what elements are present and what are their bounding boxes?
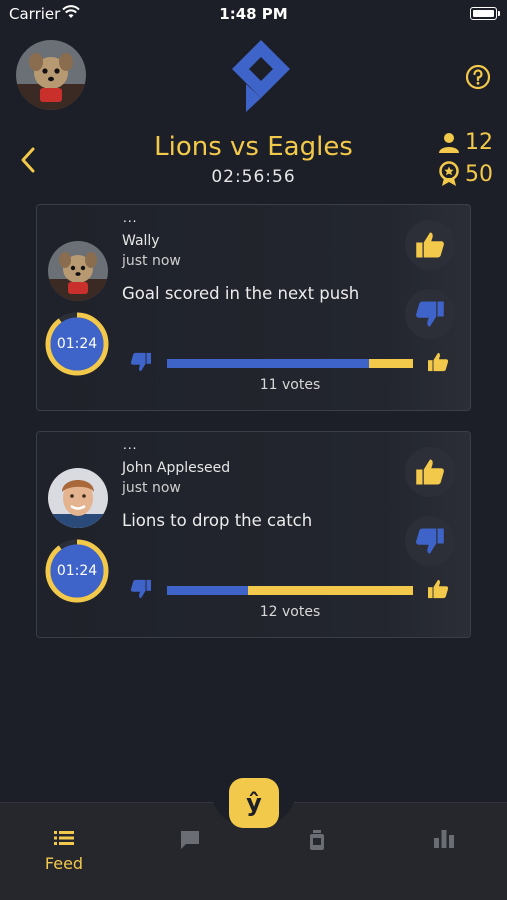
points-value: 50 [465, 161, 493, 187]
predict-fab-button[interactable]: ŷ [229, 778, 279, 828]
countdown-label: 01:24 [56, 563, 98, 579]
more-options-icon[interactable]: ... [123, 211, 137, 225]
post-text: Goal scored in the next push [122, 284, 360, 303]
award-badge-icon [439, 161, 459, 186]
thumbs-down-button[interactable] [405, 516, 455, 566]
chat-bubble-icon [181, 831, 199, 849]
thumbs-down-small-icon [130, 579, 151, 599]
thumbs-up-button[interactable] [405, 447, 455, 497]
bottle-icon [310, 830, 324, 850]
profile-avatar[interactable] [16, 40, 86, 110]
players-count: 12 [439, 130, 493, 155]
post-time: just now [122, 253, 181, 269]
bar-chart-icon [434, 830, 454, 848]
points-count: 50 [439, 161, 493, 187]
vote-split-down-fill [167, 359, 369, 368]
tab-feed-label: Feed [44, 854, 84, 873]
countdown-label: 01:24 [56, 336, 98, 352]
prediction-card: ... John Appleseed just now Lions to dro… [36, 431, 471, 638]
thumbs-up-icon [416, 459, 444, 485]
avatar [48, 468, 108, 528]
tab-stats[interactable] [404, 830, 484, 852]
status-bar: Carrier 1:48 PM [0, 0, 507, 28]
thumbs-down-icon [416, 528, 444, 554]
vote-count: 11 votes [259, 377, 321, 393]
list-icon [54, 831, 74, 845]
tab-bets[interactable] [277, 830, 357, 854]
more-options-icon[interactable]: ... [123, 438, 137, 452]
thumbs-down-small-icon [130, 352, 151, 372]
help-icon[interactable] [465, 64, 491, 90]
post-username: Wally [122, 233, 160, 249]
tab-chat[interactable] [150, 830, 230, 854]
avatar [48, 241, 108, 301]
status-time: 1:48 PM [219, 5, 288, 23]
user-icon [439, 132, 459, 153]
thumbs-down-button[interactable] [405, 289, 455, 339]
app-logo [232, 40, 290, 112]
thumbs-down-icon [416, 301, 444, 327]
vote-split-down-fill [167, 586, 249, 595]
dog-avatar-image [16, 40, 86, 110]
vote-split-bar [167, 586, 413, 595]
tab-feed[interactable]: Feed [24, 830, 104, 873]
post-time: just now [122, 480, 181, 496]
match-title: Lions vs Eagles [154, 132, 353, 162]
battery-icon [470, 7, 500, 20]
post-text: Lions to drop the catch [122, 511, 313, 530]
thumbs-up-small-icon [428, 579, 449, 599]
match-timer: 02:56:56 [211, 167, 296, 187]
post-username: John Appleseed [122, 460, 231, 476]
thumbs-up-button[interactable] [405, 220, 455, 270]
vote-count: 12 votes [259, 604, 321, 620]
thumbs-up-small-icon [428, 352, 449, 372]
vote-split-bar [167, 359, 413, 368]
thumbs-up-icon [416, 232, 444, 258]
prediction-card: ... Wally just now Goal scored in the ne… [36, 204, 471, 411]
players-value: 12 [465, 130, 493, 155]
